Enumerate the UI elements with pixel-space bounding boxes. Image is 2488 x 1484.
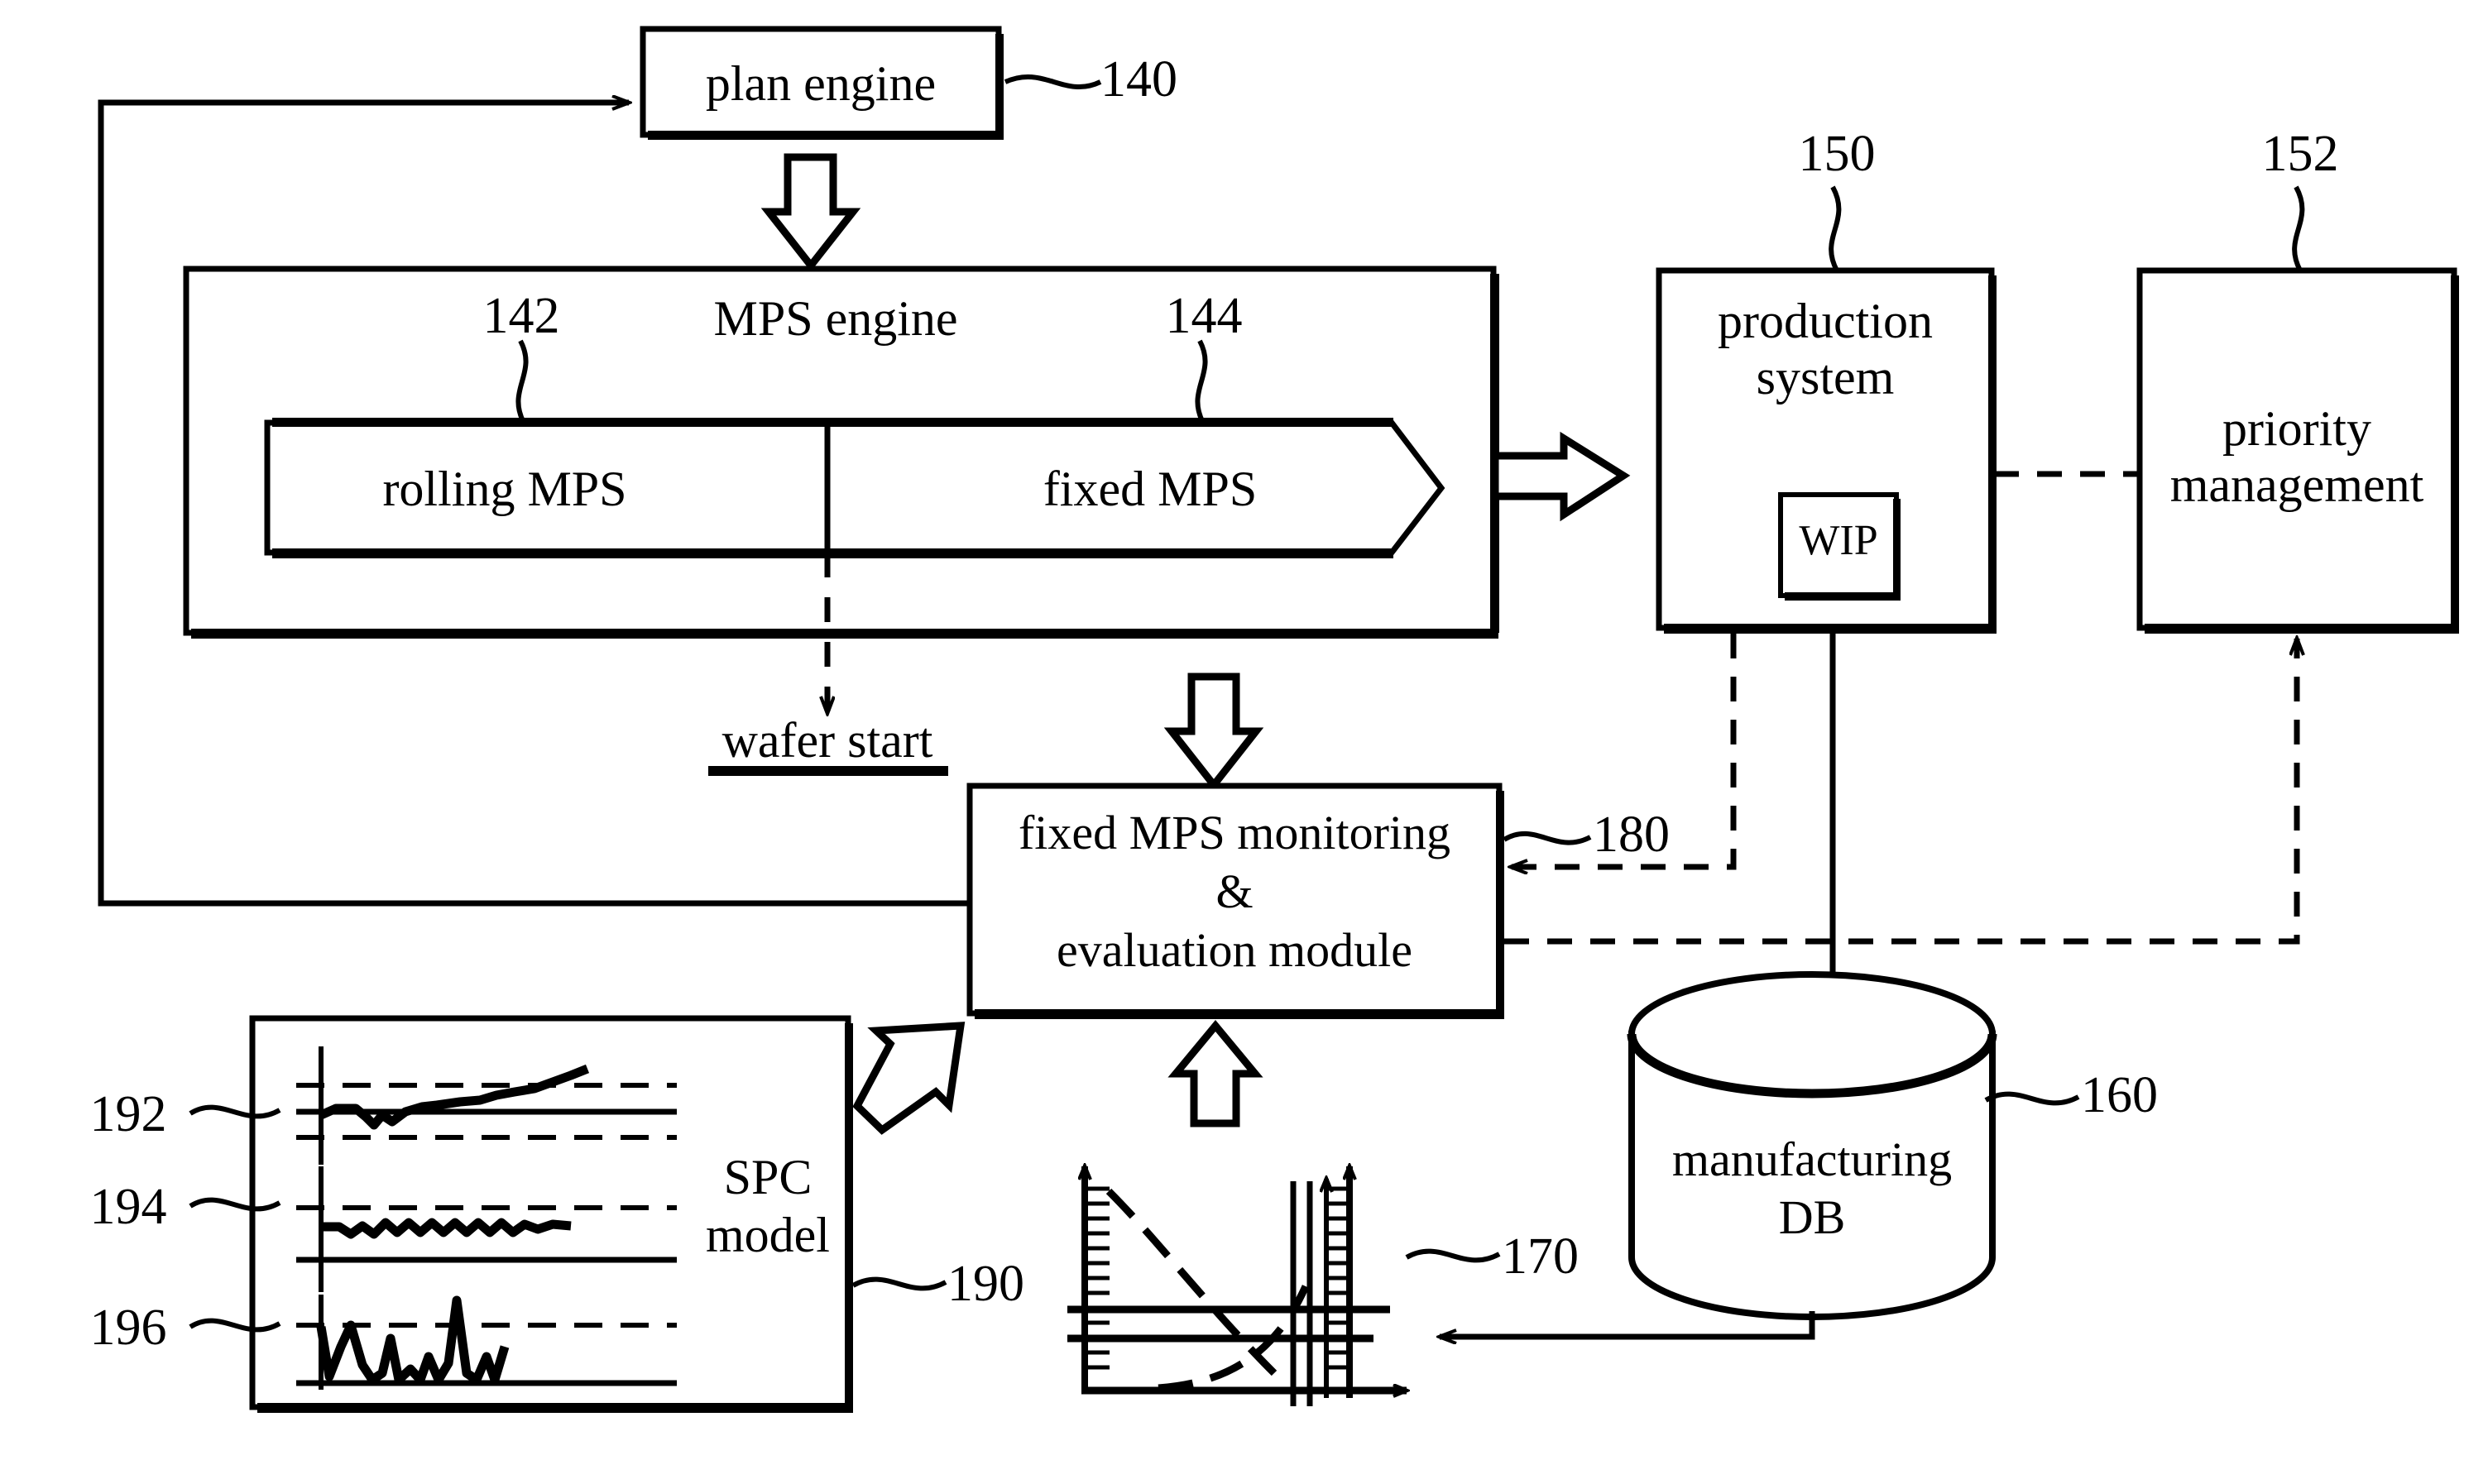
ref-190: 190 [947, 1256, 1024, 1312]
production-system-label-line2: system [1756, 350, 1895, 405]
monitoring-module-label-line2: & [1215, 864, 1254, 918]
figure-canvas: plan engine 140 MPS engine 142 144 rolli… [0, 0, 2488, 1484]
production-system-label-line1: production [1718, 294, 1933, 348]
ref-150: 150 [1798, 126, 1876, 182]
priority-management-label-line1: priority [2222, 401, 2371, 456]
block-arrow-down-plan-to-mps [760, 153, 861, 272]
monitoring-module-label-line3: evaluation module [1056, 923, 1413, 977]
block-arrow-diagonal-spc-to-module [852, 1022, 966, 1135]
spc-model-label-line2: model [706, 1208, 830, 1262]
block-arrow-right-mps-to-production [1491, 431, 1631, 522]
ref-170: 170 [1502, 1228, 1579, 1285]
manufacturing-db-label-line2: DB [1778, 1190, 1846, 1244]
block-arrow-down-to-monitoring [1163, 673, 1264, 792]
priority-management-label-line2: management [2169, 457, 2424, 512]
manufacturing-db-label-line1: manufacturing [1671, 1132, 1953, 1186]
capacity-chart [1067, 1166, 1407, 1406]
ref-192: 192 [89, 1086, 167, 1142]
wafer-start-label: wafer start [721, 713, 933, 768]
monitoring-module-label-line1: fixed MPS monitoring [1018, 806, 1451, 859]
wip-label: WIP [1799, 517, 1878, 564]
spc-model-label-line1: SPC [723, 1150, 813, 1204]
ref-140: 140 [1100, 51, 1177, 108]
dashed-module-to-priority [1504, 639, 2297, 945]
mps-engine-label: MPS engine [713, 291, 958, 346]
rolling-mps-label: rolling MPS [382, 462, 627, 516]
plan-engine-label: plan engine [705, 56, 937, 111]
ref-160: 160 [2081, 1067, 2158, 1123]
ref-142: 142 [482, 288, 560, 344]
block-arrow-up-chart-to-module [1167, 1019, 1263, 1127]
ref-194: 194 [89, 1179, 167, 1235]
diagram-lines [98, 26, 2459, 1413]
fixed-mps-label: fixed MPS [1043, 462, 1258, 516]
ref-180: 180 [1593, 807, 1670, 863]
ref-152: 152 [2261, 126, 2339, 182]
ref-196: 196 [89, 1300, 167, 1356]
ref-144: 144 [1165, 288, 1243, 344]
